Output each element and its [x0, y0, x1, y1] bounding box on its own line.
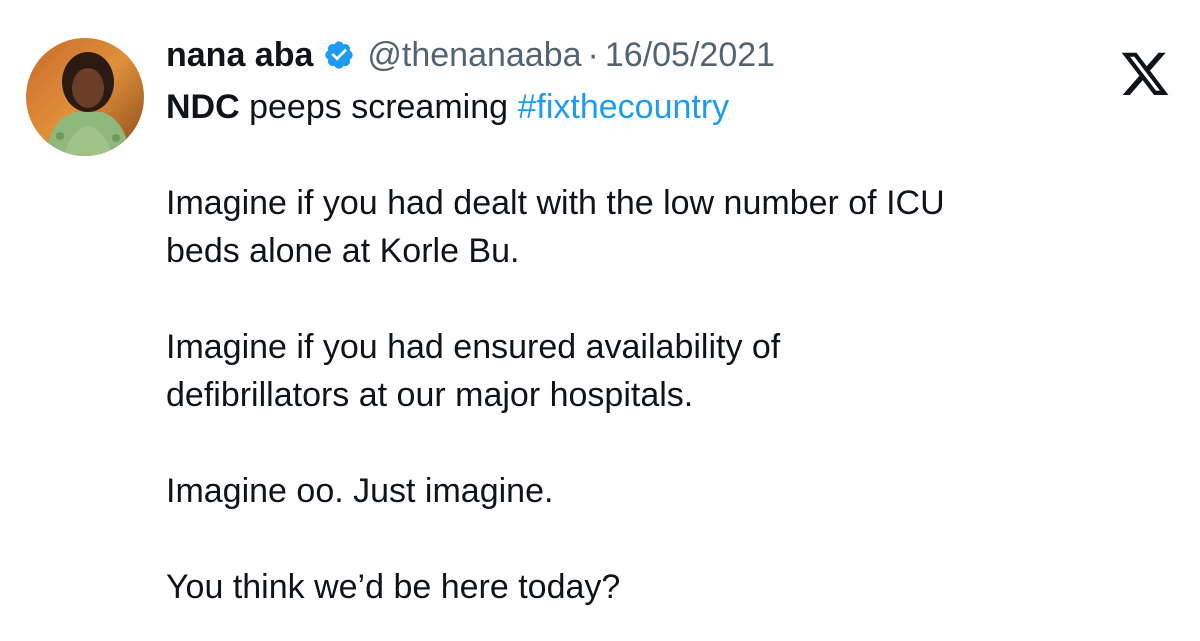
paragraph-line: Imagine oo. Just imagine. [166, 472, 554, 510]
paragraph-line: beds alone at Korle Bu. [166, 232, 520, 270]
paragraph-question: You think we’d be here today? [166, 563, 1166, 611]
paragraph-line: defibrillators at our major hospitals. [166, 376, 694, 414]
tweet-first-line: NDC peeps screaming #fixthecountry [166, 83, 1166, 131]
tweet-date[interactable]: 16/05/2021 [605, 36, 775, 75]
tweet-text: NDC peeps screaming #fixthecountry Imagi… [166, 83, 1166, 611]
paragraph-imagine: Imagine oo. Just imagine. [166, 467, 1166, 515]
avatar[interactable] [26, 38, 144, 156]
paragraph-line: Imagine if you had dealt with the low nu… [166, 184, 945, 222]
paragraph-line: You think we’d be here today? [166, 568, 621, 606]
paragraph-line: Imagine if you had ensured availability … [166, 328, 781, 366]
tweet-header: nana aba @thenanaaba · 16/05/2021 [166, 30, 775, 80]
paragraph-defibrillators: Imagine if you had ensured availability … [166, 323, 1166, 419]
avatar-image [26, 38, 144, 156]
verified-badge-icon [325, 41, 354, 69]
hashtag-link[interactable]: #fixthecountry [517, 88, 729, 126]
paragraph-icu: Imagine if you had dealt with the low nu… [166, 179, 1166, 275]
user-handle[interactable]: @thenanaaba [367, 36, 581, 75]
display-name[interactable]: nana aba [166, 36, 313, 75]
line-text: peeps screaming [239, 88, 518, 126]
bold-text: NDC [166, 88, 240, 126]
separator-dot: · [587, 35, 599, 74]
